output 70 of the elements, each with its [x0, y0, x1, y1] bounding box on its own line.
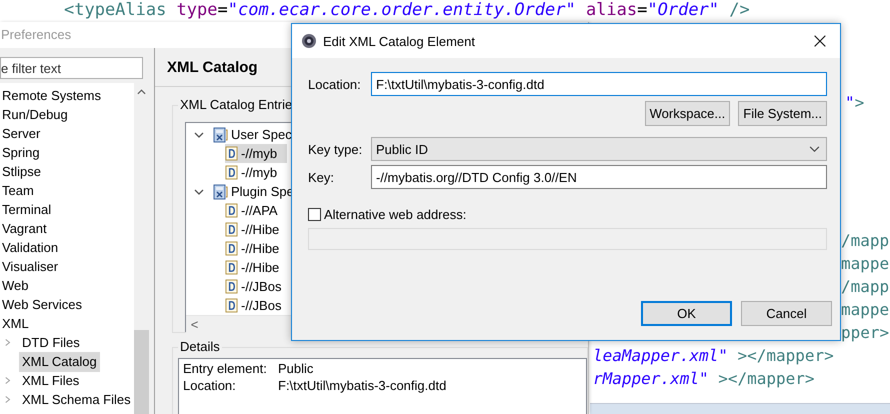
code-line: leaMapper.xml" ></mapper> [593, 345, 835, 367]
tree-item[interactable]: -//myb [225, 163, 288, 182]
code-line: mappe [841, 299, 890, 321]
browse-button[interactable]: File System... [738, 101, 827, 126]
nav-item[interactable]: Server [2, 124, 44, 144]
key-field[interactable]: -//mybatis.org//DTD Config 3.0//EN [371, 165, 827, 189]
nav-item[interactable]: Web Services [2, 294, 85, 314]
dropdown-caret-icon [809, 146, 820, 152]
key-type-dropdown[interactable]: Public ID [371, 137, 827, 161]
cancel-button[interactable]: Cancel [741, 301, 832, 326]
code-line: "> [845, 92, 866, 114]
code-line: <typeAlias type="com.ecar.core.order.entity.Order" alias="Order" /> [63, 0, 751, 21]
field-label: Key type: [308, 142, 364, 156]
nav-item[interactable]: Validation [2, 238, 62, 258]
field-label: Key: [308, 170, 336, 184]
scroll-thumb[interactable] [134, 330, 149, 414]
location-field[interactable]: F:\txtUtil\mybatis-3-config.dtd [371, 72, 827, 96]
filter-field[interactable]: e filter text [0, 57, 143, 79]
nav-item[interactable]: XML Catalog [19, 352, 100, 372]
dialog-title: Edit XML Catalog Element [323, 34, 475, 48]
catalog-icon [212, 184, 228, 200]
file-icon [225, 203, 238, 218]
tree-item[interactable]: -//APA [225, 201, 288, 220]
scroll-up-icon[interactable] [136, 89, 146, 95]
code-line: mappe [841, 253, 890, 275]
chevron-icon[interactable] [194, 188, 204, 196]
nav-item[interactable]: Web [2, 276, 32, 296]
nav-item[interactable]: Visualiser [2, 256, 62, 276]
detail-label: Entry element: [183, 360, 268, 377]
browse-button[interactable]: Workspace... [644, 101, 730, 126]
nav-item[interactable]: Team [2, 180, 37, 200]
gear-icon [301, 33, 317, 49]
catalog-icon [212, 126, 228, 142]
detail-label: Location: [183, 377, 237, 394]
code-line: rMapper.xml" ></mapper> [593, 368, 816, 390]
nav-item[interactable]: Spring [2, 142, 43, 162]
tree-item[interactable]: -//myb [225, 144, 288, 163]
tree-item[interactable]: User Spec [231, 127, 292, 142]
file-icon [225, 260, 238, 275]
nav-item[interactable]: DTD Files [19, 332, 83, 352]
code-line: /mapp [841, 276, 890, 298]
detail-value: F:\txtUtil\mybatis-3-config.dtd [278, 377, 446, 394]
nav-item[interactable]: Run/Debug [2, 104, 71, 124]
tree-item[interactable]: -//JBos [225, 277, 292, 296]
code-line: pper> [841, 322, 890, 344]
nav-item[interactable]: XML Schema Files [19, 390, 134, 410]
tree-item[interactable]: -//JBos [225, 296, 292, 315]
chevron-icon[interactable] [194, 130, 204, 138]
file-icon [225, 165, 238, 180]
nav-item[interactable]: Vagrant [2, 218, 50, 238]
nav-item[interactable]: Remote Systems [2, 86, 104, 106]
file-icon [225, 298, 238, 313]
ok-button[interactable]: OK [641, 301, 732, 326]
tree-item[interactable]: -//Hibe [225, 239, 290, 258]
nav-item[interactable]: XML Files [19, 370, 82, 390]
nav-item[interactable]: XML [2, 314, 32, 334]
nav-item[interactable]: Terminal [2, 200, 54, 220]
scroll-left-button[interactable]: < [186, 316, 203, 333]
tree-item[interactable]: -//Hibe [225, 258, 290, 277]
nav-item[interactable]: Stlipse [2, 162, 44, 182]
file-icon [225, 222, 238, 237]
file-icon [225, 146, 238, 161]
detail-value: Public [278, 360, 314, 377]
checkbox[interactable] [308, 208, 321, 220]
tree-item[interactable]: -//Hibe [225, 220, 290, 239]
checkbox-label[interactable]: Alternative web address: [324, 206, 466, 222]
close-button[interactable]: × [800, 24, 840, 58]
file-icon [225, 279, 238, 294]
file-icon [225, 241, 238, 256]
code-line: /mapp [841, 230, 890, 252]
